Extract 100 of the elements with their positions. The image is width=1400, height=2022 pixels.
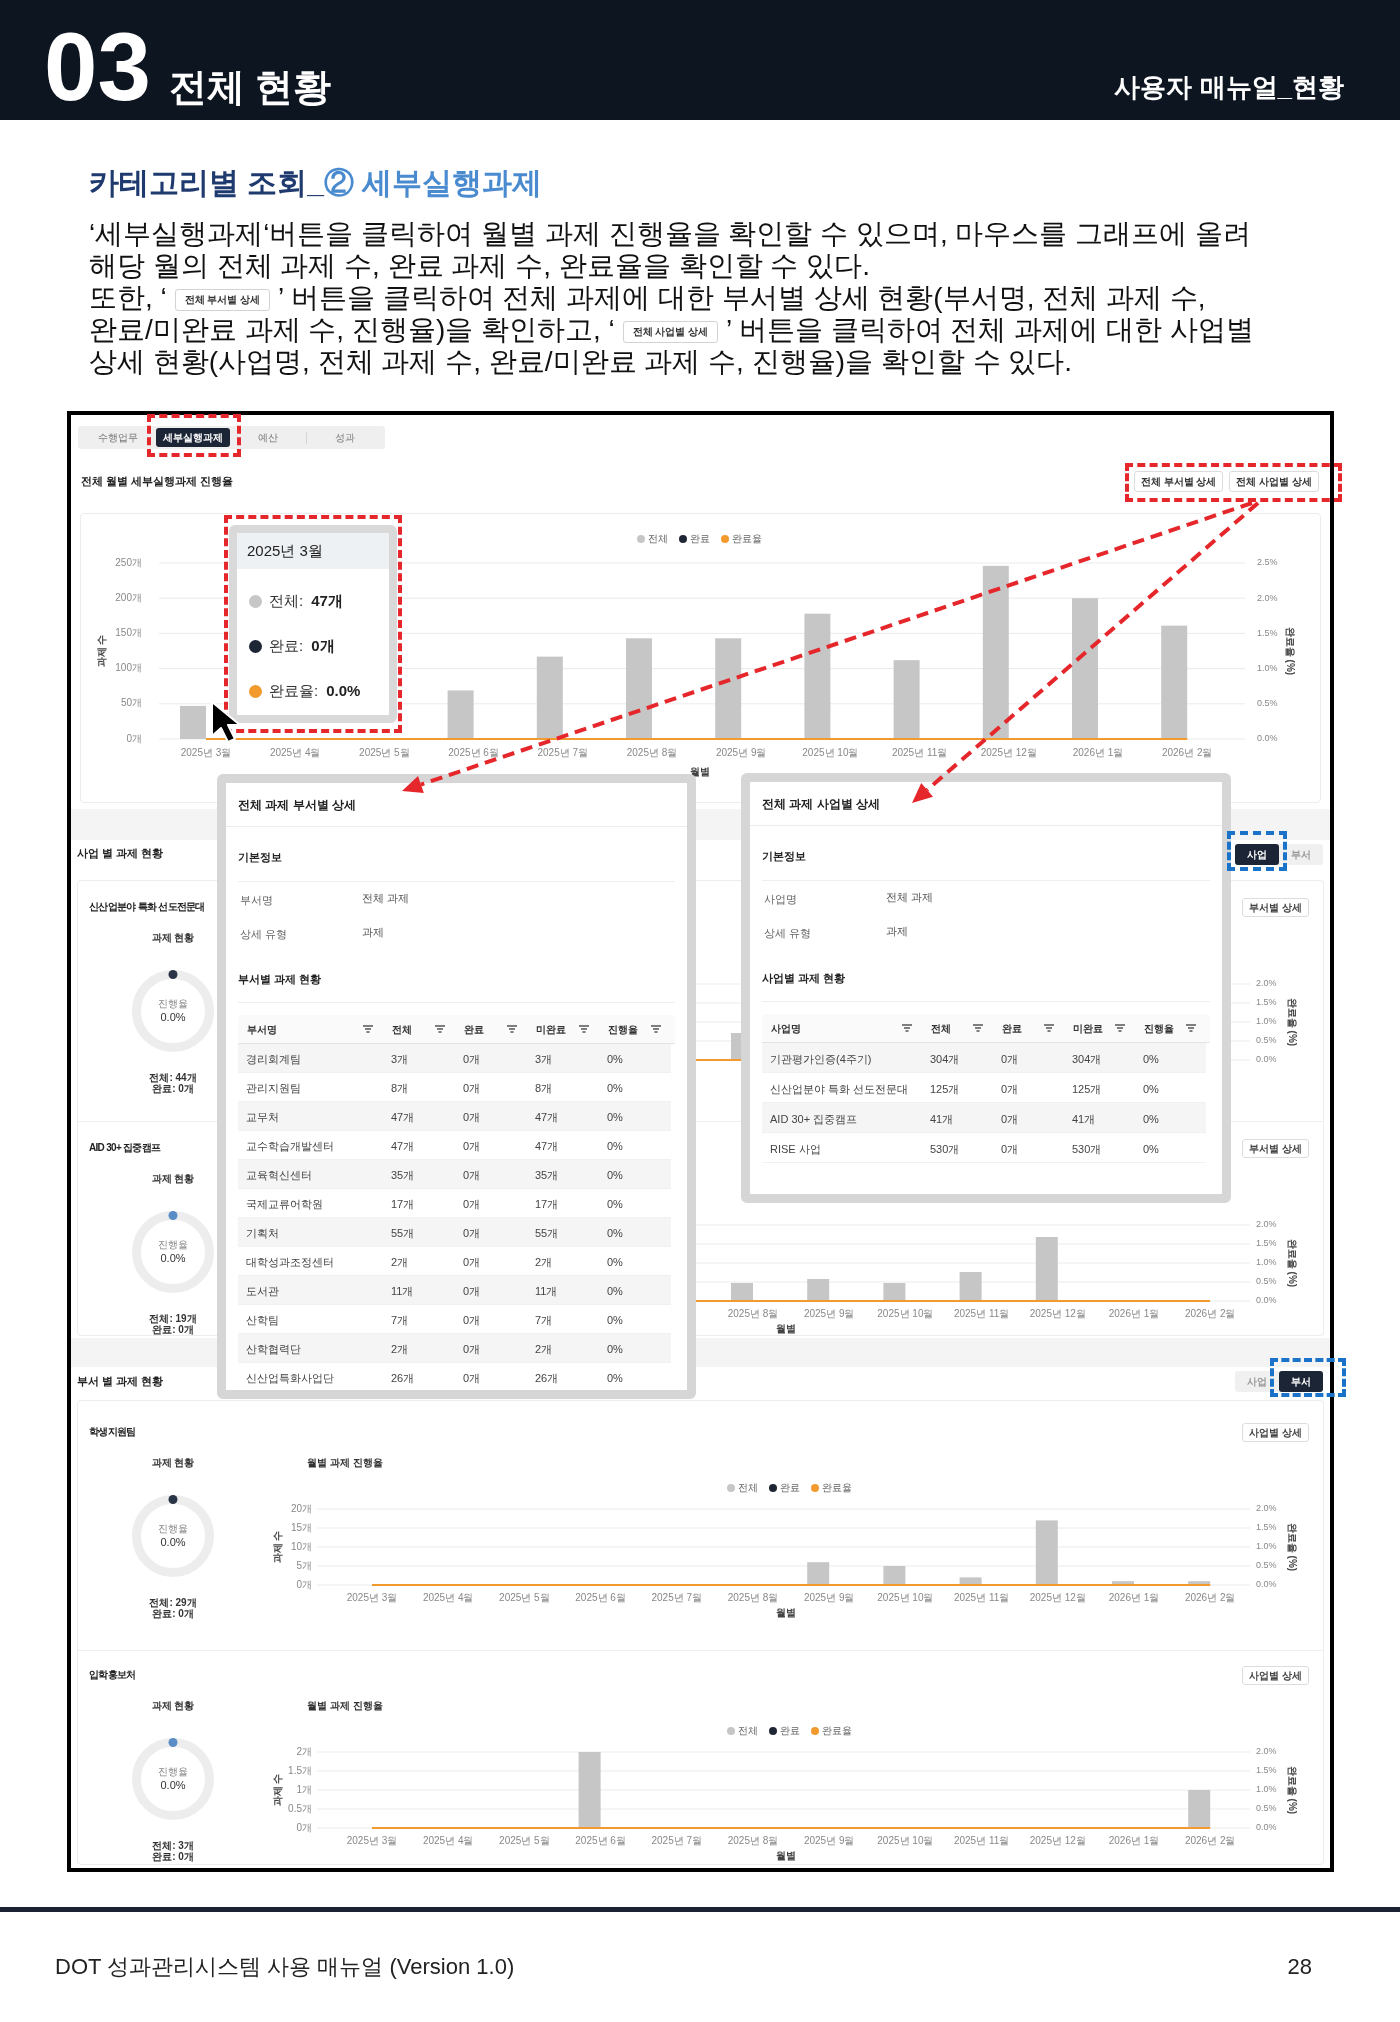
detail-button[interactable]: 전체 부서별 상세 [1133, 470, 1224, 492]
filter-icon[interactable] [902, 1024, 912, 1032]
table-cell: 47개 [535, 1111, 559, 1123]
table-cell: 산학협력단 [246, 1343, 301, 1355]
tooltip-label: 완료율: [269, 680, 319, 701]
filter-icon[interactable] [973, 1024, 983, 1032]
tab[interactable]: 세부실행과제 [156, 428, 230, 447]
tab[interactable]: 성과 [307, 428, 383, 447]
table-cell: 2개 [391, 1343, 409, 1355]
axis-tick-label: 2025년 11월 [953, 1591, 1010, 1603]
axis-tick-label: 2개 [296, 1745, 312, 1757]
progress-label: 진행율 [158, 1522, 188, 1535]
detail-button[interactable]: 부서별 상세 [1242, 1138, 1309, 1158]
tooltip-title: 2025년 3월 [237, 533, 389, 569]
detail-button[interactable]: 사업별 상세 [1242, 1422, 1309, 1442]
table-cell: RISE 사업 [770, 1142, 821, 1155]
progress-value: 0.0% [160, 1778, 186, 1793]
chart-bar [1035, 1237, 1058, 1301]
detail-button[interactable]: 사업별 상세 [1242, 1665, 1309, 1685]
table-cell: 530개 [1072, 1142, 1102, 1155]
axis-title: 완료율 (%) [1287, 1765, 1299, 1815]
progress-value: 0.0% [160, 1251, 186, 1266]
axis-tick-label: 0.5% [1257, 698, 1278, 709]
detail-button[interactable]: 부서별 상세 [1242, 897, 1309, 917]
toggle-button[interactable]: 사업 [1235, 844, 1279, 865]
axis-tick-label: 2025년 5월 [499, 1591, 550, 1603]
axis-tick-label: 2025년 4월 [422, 1591, 474, 1603]
section-heading: 기본정보 [762, 849, 806, 864]
chart-bar [807, 1279, 830, 1301]
axis-tick-label: 15개 [290, 1521, 312, 1533]
filter-icon[interactable] [1186, 1024, 1196, 1032]
axis-tick-label: 2025년 12월 [1029, 1591, 1086, 1603]
toggle-button[interactable]: 부서 [1279, 1370, 1323, 1392]
table-cell: 47개 [535, 1140, 559, 1152]
axis-tick-label: 0.0% [1257, 733, 1278, 744]
column-header: 진행율 [1144, 1021, 1174, 1036]
axis-tick-label: 1개 [296, 1783, 312, 1795]
legend-label: 전체 [738, 1724, 758, 1736]
table-cell: 17개 [535, 1198, 559, 1210]
progress-label: 진행율 [158, 997, 188, 1010]
detail-button[interactable]: 전체 사업별 상세 [1229, 470, 1319, 492]
section-title: 사업 별 과제 현황 [77, 846, 164, 861]
axis-tick-label: 2025년 7월 [537, 746, 589, 758]
axis-tick-label: 2.0% [1257, 592, 1278, 603]
table-cell: 0% [607, 1314, 623, 1326]
axis-tick-label: 2026년 1월 [1108, 1834, 1160, 1846]
intro-paragraph: 또한, ‘ 전체 부서별 상세 ’ 버튼을 클릭하여 전체 과제에 대한 부서별 상세 현황(부서명, 전체 과제 수, 완료/미완료 과제 수, 진행율)을 확인하고, ‘ 전체 사업별 상세 ’ 버튼을 클릭하여 전체 과제에 대한 사업별 상세 현황(사업명, 전체 과제 수, 완료/미완료 과제 수, 진행율)을 확인할 수 있다. [89, 282, 1254, 378]
axis-tick-label: 2025년 12월 [980, 746, 1037, 758]
filter-icon[interactable] [579, 1025, 589, 1033]
axis-tick-label: 2026년 1월 [1072, 746, 1124, 758]
section-heading: 부서별 과제 현황 [238, 972, 322, 987]
axis-tick-label: 2025년 8월 [727, 1307, 779, 1319]
table-cell: 신산업분야 특화 선도전문대 [770, 1082, 909, 1095]
axis-tick-label: 1.0% [1256, 1784, 1277, 1795]
axis-tick-label: 2025년 10월 [877, 1307, 934, 1319]
axis-title: 완료율 (%) [1285, 626, 1297, 676]
table-cell: 7개 [391, 1314, 409, 1326]
filter-icon[interactable] [1044, 1024, 1054, 1032]
info-label: 상세 유형 [764, 927, 811, 939]
table-cell: 47개 [391, 1111, 415, 1123]
filter-icon[interactable] [651, 1025, 661, 1033]
table-cell: 17개 [391, 1198, 415, 1210]
axis-tick-label: 2025년 5월 [499, 1834, 550, 1846]
table-cell: 0개 [463, 1343, 481, 1355]
filter-icon[interactable] [435, 1025, 445, 1033]
axis-tick-label: 2025년 12월 [1029, 1834, 1086, 1846]
axis-tick-label: 5개 [296, 1559, 312, 1571]
table-cell: 0개 [1001, 1052, 1019, 1065]
axis-title: 월별 [776, 1849, 796, 1861]
filter-icon[interactable] [1115, 1024, 1125, 1032]
table-cell: 2개 [535, 1343, 553, 1355]
axis-tick-label: 2025년 10월 [802, 746, 859, 758]
progress-value: 0.0% [160, 1010, 186, 1025]
table-cell: 기관평가인증(4주기) [770, 1052, 872, 1065]
axis-tick-label: 2.5% [1257, 557, 1278, 568]
axis-title: 월별 [776, 1322, 796, 1334]
filter-icon[interactable] [507, 1025, 517, 1033]
chart-bar [883, 1283, 906, 1301]
axis-tick-label: 2025년 9월 [803, 1834, 855, 1846]
filter-icon[interactable] [363, 1025, 373, 1033]
item-title: AID 30+ 집중캠프 [89, 1141, 161, 1155]
axis-title: 완료율 (%) [1287, 1522, 1299, 1572]
table-cell: 35개 [535, 1169, 559, 1181]
axis-tick-label: 0.5% [1256, 1803, 1277, 1814]
chart-bar [1035, 1520, 1058, 1585]
table-cell: 0% [607, 1140, 623, 1152]
table-cell: 8개 [535, 1082, 553, 1094]
chart-bar [807, 1562, 830, 1585]
axis-tick-label: 2025년 3월 [346, 1591, 398, 1603]
axis-tick-label: 2025년 11월 [953, 1834, 1010, 1846]
table-cell: 125개 [1072, 1082, 1102, 1095]
section-heading: 사업별 과제 현황 [762, 971, 846, 986]
axis-tick-label: 2025년 9월 [715, 746, 767, 758]
axis-tick-label: 2025년 4월 [422, 1834, 474, 1846]
table-cell: 0% [1143, 1112, 1159, 1125]
table-cell: 0개 [463, 1169, 481, 1181]
tab[interactable]: 수행업무 [80, 428, 156, 447]
highlight-frame [1227, 831, 1287, 871]
tab[interactable]: 예산 [230, 428, 306, 447]
table-cell: 0개 [463, 1140, 481, 1152]
